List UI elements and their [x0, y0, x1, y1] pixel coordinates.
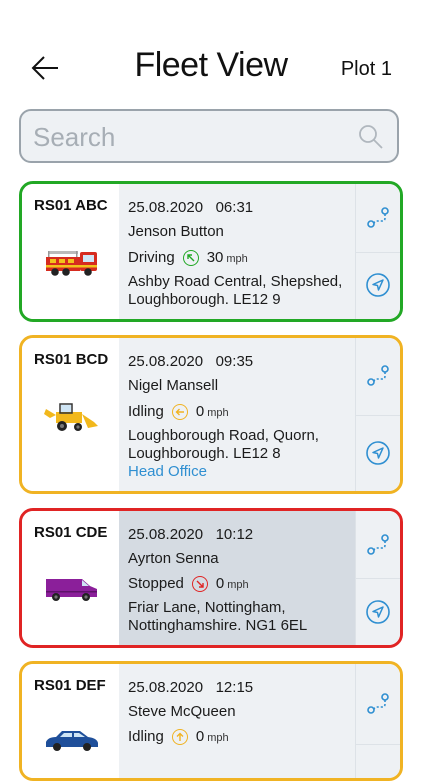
report-time: 10:12 [215, 526, 254, 543]
driver-name: Ayrton Senna [128, 550, 219, 567]
speed-unit: mph [226, 253, 248, 265]
van-icon [46, 579, 97, 601]
heading-arrow-icon [171, 728, 188, 745]
search-icon[interactable] [357, 123, 385, 151]
report-time: 06:31 [215, 199, 254, 216]
heading-arrow-icon [182, 249, 199, 266]
speed-value: 0 [195, 728, 205, 745]
driver-name: Jenson Button [128, 223, 224, 240]
driver-name: Steve McQueen [128, 703, 236, 720]
vehicle-card[interactable]: RS01 ABC 25.08.2020 06:31 Jenson Button … [19, 181, 403, 322]
route-button[interactable] [356, 184, 400, 253]
route-icon [367, 533, 389, 555]
vehicle-card[interactable]: RS01 DEF 25.08.2020 12:15 Steve McQueen … [19, 661, 403, 781]
vehicle-card[interactable]: RS01 CDE 25.08.2020 10:12 Ayrton Senna S… [19, 508, 403, 648]
speed-value: 0 [215, 575, 225, 592]
location-tag-link[interactable]: Head Office [128, 463, 207, 480]
address-line-1: Ashby Road Central, Shepshed, [128, 273, 343, 290]
report-date: 25.08.2020 [128, 526, 204, 543]
locate-button[interactable] [356, 252, 400, 320]
address-line-1: Loughborough Road, Quorn, [128, 427, 319, 444]
address-line-2: Loughborough. LE12 8 [128, 445, 281, 462]
route-button[interactable] [356, 664, 400, 745]
route-button[interactable] [356, 511, 400, 579]
route-icon [367, 365, 389, 387]
address-line-2: Nottinghamshire. NG1 6EL [128, 617, 308, 634]
digger-icon [44, 403, 98, 431]
header: Fleet View Plot 1 [0, 40, 422, 100]
report-time: 09:35 [215, 353, 254, 370]
speed-unit: mph [227, 579, 249, 591]
report-time: 12:15 [215, 679, 254, 696]
navigate-icon [366, 599, 390, 624]
speed-value: 30 [206, 249, 224, 266]
vehicle-card[interactable]: RS01 BCD 25.08.2020 09:35 Nigel Mansell … [19, 335, 403, 494]
locate-button[interactable] [356, 578, 400, 645]
speed-value: 0 [195, 403, 205, 420]
report-date: 25.08.2020 [128, 679, 204, 696]
driver-name: Nigel Mansell [128, 377, 219, 394]
heading-arrow-icon [171, 403, 188, 420]
status-text: Idling [128, 403, 164, 420]
vehicle-registration: RS01 BCD [34, 351, 109, 368]
route-icon [367, 206, 389, 228]
car-icon [46, 731, 98, 751]
search-bar [19, 109, 399, 163]
route-icon [367, 693, 389, 714]
vehicle-registration: RS01 CDE [34, 524, 108, 541]
search-input[interactable] [31, 117, 355, 157]
route-button[interactable] [356, 338, 400, 416]
speed-unit: mph [207, 732, 229, 744]
speed-unit: mph [207, 407, 229, 419]
navigate-icon [366, 440, 390, 465]
report-date: 25.08.2020 [128, 353, 204, 370]
vehicle-registration: RS01 DEF [34, 677, 106, 694]
address-line-1: Friar Lane, Nottingham, [128, 599, 286, 616]
report-date: 25.08.2020 [128, 199, 204, 216]
fire-truck-icon [46, 251, 97, 276]
status-text: Stopped [128, 575, 184, 592]
navigate-icon [366, 273, 390, 298]
locate-button[interactable] [356, 415, 400, 492]
status-text: Idling [128, 728, 164, 745]
status-text: Driving [128, 249, 175, 266]
address-line-2: Loughborough. LE12 9 [128, 291, 281, 308]
vehicle-registration: RS01 ABC [34, 197, 108, 214]
heading-arrow-icon [191, 575, 208, 592]
plot-selector[interactable]: Plot 1 [341, 58, 392, 81]
